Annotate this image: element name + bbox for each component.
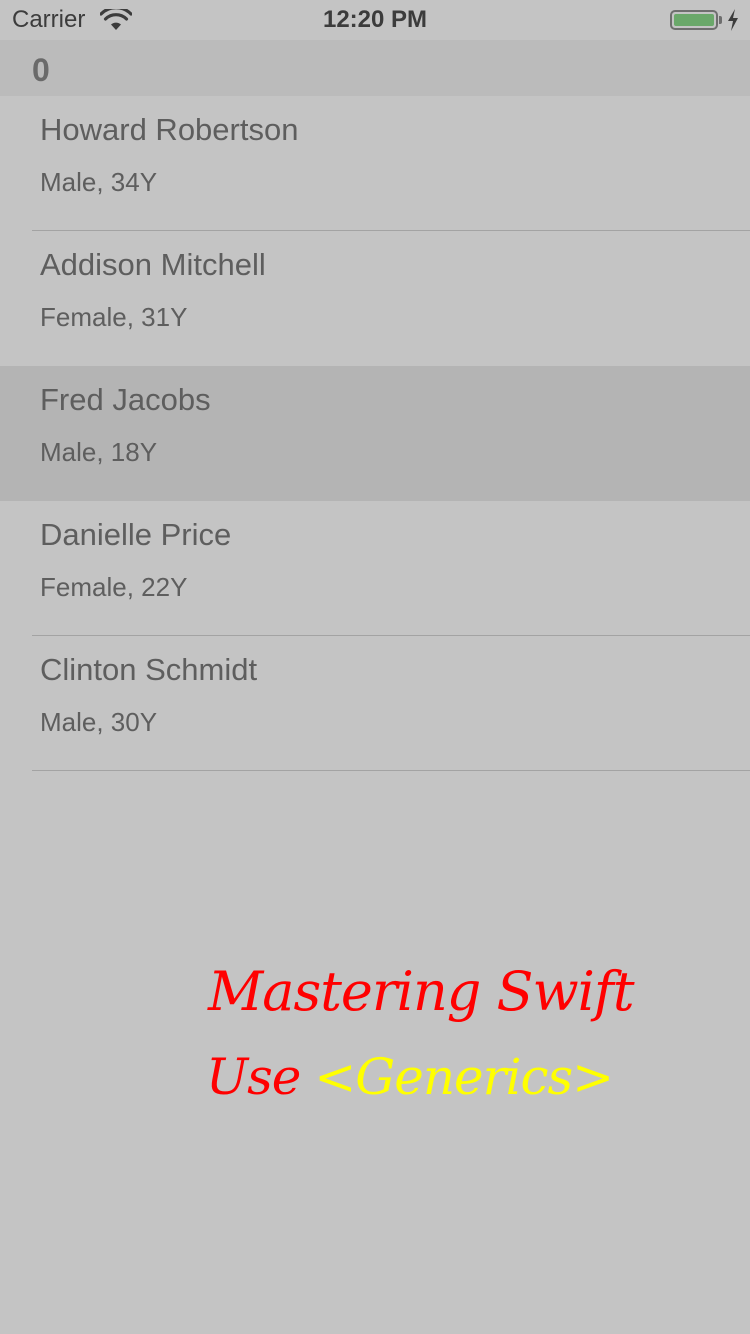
list-item[interactable]: Clinton Schmidt Male, 30Y: [0, 636, 750, 771]
banner-subtitle-highlight: <Generics>: [314, 1048, 614, 1106]
person-detail: Male, 18Y: [40, 437, 158, 467]
charging-bolt-icon: [728, 9, 738, 31]
clock-time: 12:20 PM: [322, 6, 428, 33]
row-separator: [32, 770, 750, 771]
person-detail: Male, 34Y: [40, 167, 158, 197]
person-name: Clinton Schmidt: [40, 652, 258, 687]
banner-subtitle-prefix: Use: [206, 1048, 301, 1106]
person-detail: Male, 30Y: [40, 707, 158, 737]
people-list: Howard Robertson Male, 34Y Addison Mitchel…: [0, 96, 750, 771]
list-item[interactable]: Danielle Price Female, 22Y: [0, 501, 750, 636]
banner-subtitle: Use <Generics>: [206, 1048, 614, 1106]
person-name: Fred Jacobs: [40, 382, 211, 417]
banner-title: Mastering Swift: [208, 960, 635, 1023]
list-item[interactable]: Addison Mitchell Female, 31Y: [0, 231, 750, 366]
list-item[interactable]: Fred Jacobs Male, 18Y: [0, 366, 750, 501]
section-header: 0: [0, 40, 750, 96]
section-header-title: 0: [32, 52, 50, 88]
status-bar: Carrier 12:20 PM: [0, 0, 750, 40]
banner: Mastering Swift Use <Generics>: [0, 960, 750, 1130]
battery-fill: [674, 14, 714, 26]
battery-icon: [670, 10, 718, 30]
battery-cap: [719, 16, 722, 24]
list-item[interactable]: Howard Robertson Male, 34Y: [0, 96, 750, 231]
person-detail: Female, 31Y: [40, 302, 188, 332]
person-name: Addison Mitchell: [40, 247, 266, 282]
person-name: Howard Robertson: [40, 112, 299, 147]
person-detail: Female, 22Y: [40, 572, 188, 602]
person-name: Danielle Price: [40, 517, 232, 552]
